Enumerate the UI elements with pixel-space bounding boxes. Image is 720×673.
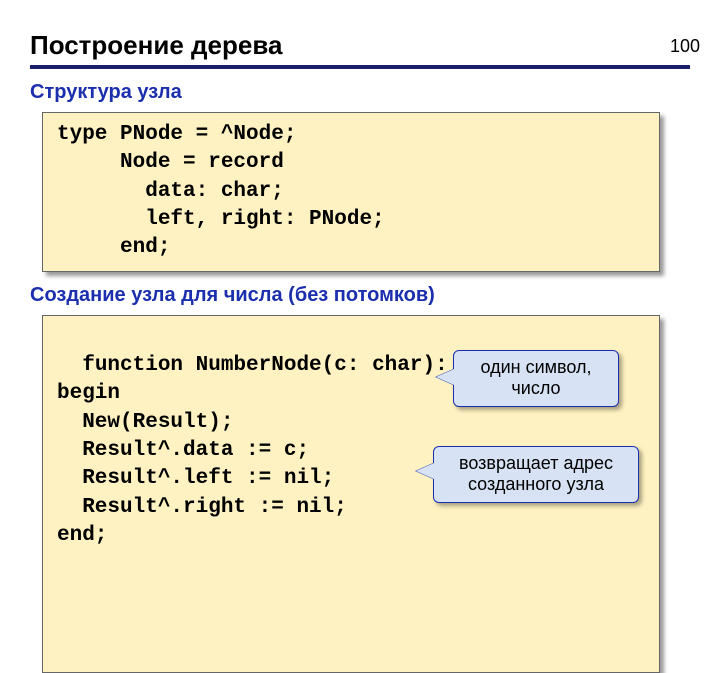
page-title: Построение дерева — [30, 30, 690, 61]
page-number: 100 — [670, 36, 700, 57]
code-block-struct: type PNode = ^Node; Node = record data: … — [42, 112, 660, 272]
callout-text: один символ, число — [480, 357, 591, 399]
section2-heading: Создание узла для числа (без потомков) — [30, 284, 720, 307]
code-block-function: function NumberNode(c: char): PNode; beg… — [42, 315, 660, 673]
section1-heading: Структура узла — [30, 81, 720, 104]
title-bar: Построение дерева — [30, 30, 690, 69]
callout-text: возвращает адрес созданного узла — [459, 453, 613, 495]
callout-returns-address: возвращает адрес созданного узла — [433, 446, 639, 503]
callout-tail — [416, 463, 434, 479]
callout-one-char: один символ, число — [453, 350, 619, 407]
callout-tail — [436, 369, 454, 385]
